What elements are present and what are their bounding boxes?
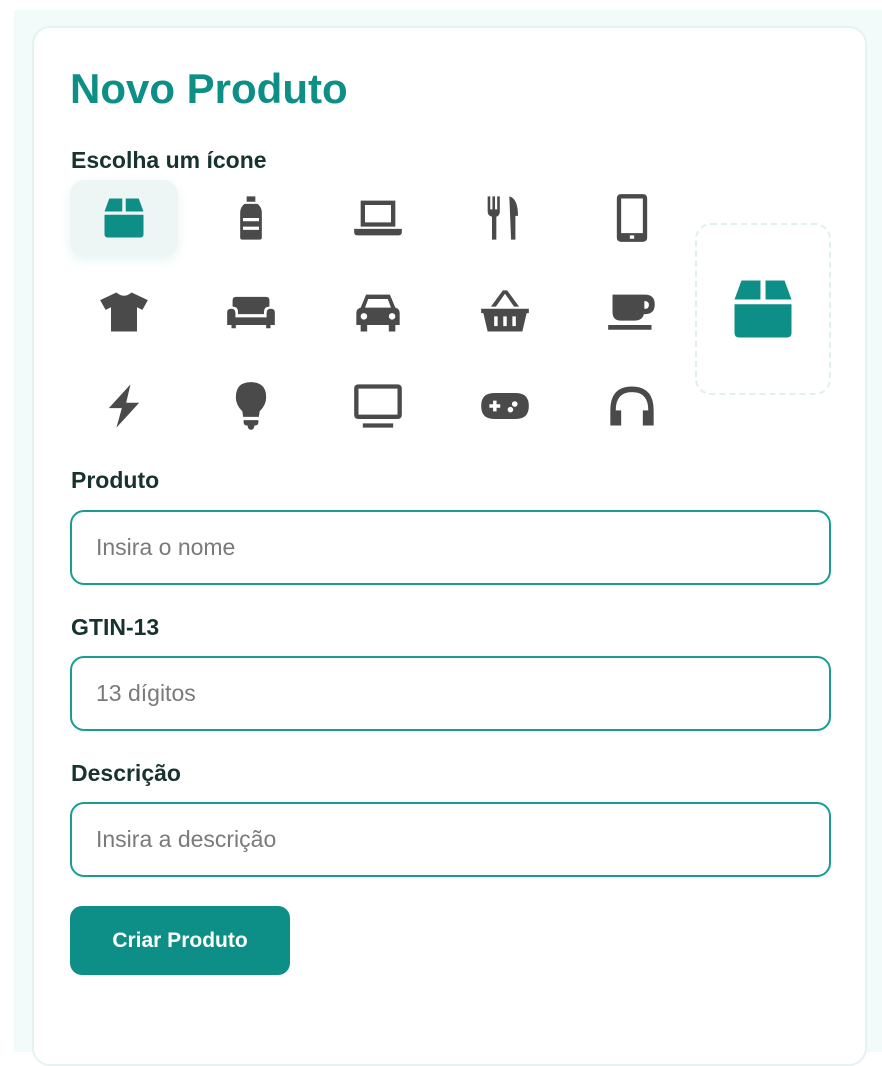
mug-icon <box>608 294 655 330</box>
icon-option-car[interactable] <box>324 274 432 350</box>
icon-option-basket[interactable] <box>451 274 559 350</box>
icon-option-gamepad[interactable] <box>451 368 559 444</box>
icon-option-lightbulb[interactable] <box>197 368 305 444</box>
icon-option-bottle[interactable] <box>197 180 305 256</box>
shirt-icon <box>100 292 148 332</box>
product-name-input[interactable] <box>70 510 831 585</box>
icon-option-couch[interactable] <box>197 274 305 350</box>
box-icon <box>734 280 792 338</box>
utensils-icon <box>487 196 518 240</box>
gamepad-icon <box>481 393 529 419</box>
monitor-icon <box>354 384 402 428</box>
car-icon <box>356 294 400 332</box>
icon-option-bolt[interactable] <box>70 368 178 444</box>
icon-option-mug[interactable] <box>578 274 686 350</box>
page-title: Novo Produto <box>70 65 348 112</box>
box-icon <box>104 198 144 238</box>
icon-picker-label: Escolha um ícone <box>71 147 267 173</box>
icon-option-box[interactable] <box>70 180 178 256</box>
icon-option-utensils[interactable] <box>451 180 559 256</box>
bottle-icon <box>240 196 262 240</box>
gtin-input[interactable] <box>70 656 831 731</box>
basket-icon <box>481 290 529 332</box>
description-label: Descrição <box>71 760 181 786</box>
laptop-icon <box>354 200 402 236</box>
icon-option-headphones[interactable] <box>578 368 686 444</box>
description-input[interactable] <box>70 802 831 877</box>
icon-option-shirt[interactable] <box>70 274 178 350</box>
create-product-button[interactable]: Criar Produto <box>70 906 290 975</box>
icon-option-monitor[interactable] <box>324 368 432 444</box>
couch-icon <box>227 296 275 329</box>
lightbulb-icon <box>235 382 267 430</box>
selected-icon-preview <box>695 223 831 395</box>
icon-option-laptop[interactable] <box>324 180 432 256</box>
mobile-icon <box>616 194 648 242</box>
headphones-icon <box>610 386 654 426</box>
gtin-label: GTIN-13 <box>71 614 160 640</box>
icon-picker-grid <box>70 180 655 450</box>
product-label: Produto <box>71 467 160 493</box>
icon-option-mobile[interactable] <box>578 180 686 256</box>
bolt-icon <box>108 384 140 428</box>
